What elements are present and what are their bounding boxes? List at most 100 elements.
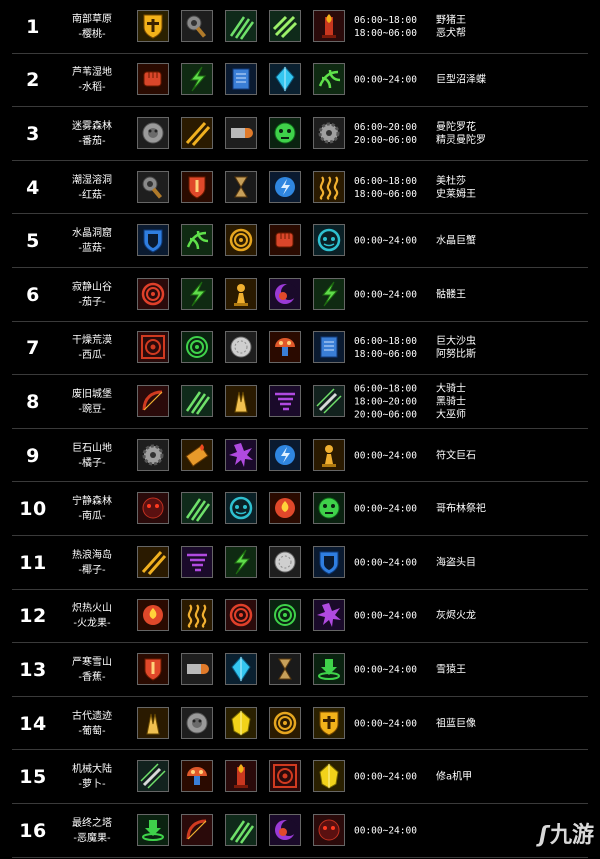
yellow-ring-icon bbox=[225, 224, 257, 257]
boss-names: 曼陀罗花 精灵曼陀罗 bbox=[436, 121, 586, 147]
row-number: 5 bbox=[26, 230, 40, 253]
red-ring-icon bbox=[137, 277, 169, 310]
boss-names: 巨大沙虫 阿努比斯 bbox=[436, 335, 586, 361]
lightning-slash-icon bbox=[181, 277, 213, 310]
flame-totem-icon bbox=[313, 9, 345, 42]
cyan-face-icon bbox=[313, 224, 345, 257]
fire-orb-icon bbox=[269, 492, 301, 525]
boss-name: 大巫师 bbox=[436, 409, 466, 421]
time-slot: 00:00~24:00 bbox=[354, 450, 417, 462]
swirl-green-icon bbox=[313, 63, 345, 96]
region-crop: -恶魔果- bbox=[73, 832, 111, 844]
boss-name: 水晶巨蟹 bbox=[436, 235, 476, 247]
region-crop: -茄子- bbox=[78, 296, 106, 308]
red-bow-icon bbox=[137, 384, 169, 417]
boss-names: 灰烬火龙 bbox=[436, 610, 586, 623]
boss-table: 1 南部草原 -樱桃- 06:00~18:00 18:00~06:00 野猪王 恶犬帮 2 芦苇… bbox=[0, 0, 600, 859]
crescent-icon bbox=[269, 277, 301, 310]
time-slot: 00:00~24:00 bbox=[354, 825, 417, 837]
lightning-slash-icon bbox=[181, 63, 213, 96]
time-slot: 00:00~24:00 bbox=[354, 718, 417, 730]
hands-icon bbox=[225, 384, 257, 417]
region-name: 废旧城堡 bbox=[72, 388, 112, 400]
red-ring-icon bbox=[225, 599, 257, 632]
fist-icon bbox=[137, 63, 169, 96]
watermark-glyph: ʃ bbox=[538, 823, 548, 848]
flame-totem-icon bbox=[225, 760, 257, 793]
region-name: 潮湿溶洞 bbox=[72, 174, 112, 186]
tornado-icon bbox=[269, 384, 301, 417]
boss-name: 曼陀罗花 bbox=[436, 121, 476, 133]
boss-row: 9 巨石山地 -橘子- 00:00~24:00 符文巨石 bbox=[0, 429, 600, 483]
sword-slash-icon bbox=[313, 384, 345, 417]
time-slot: 20:00~06:00 bbox=[354, 409, 417, 421]
row-number: 2 bbox=[26, 69, 40, 92]
boss-name: 祖蓝巨像 bbox=[436, 718, 476, 730]
time-slot: 00:00~24:00 bbox=[354, 235, 417, 247]
region-crop: -椰子- bbox=[78, 564, 106, 576]
region-cell: 干燥荒漠 -西瓜- bbox=[58, 333, 126, 363]
boss-row: 6 寂静山谷 -茄子- 00:00~24:00 骷髅王 bbox=[0, 268, 600, 322]
boss-name: 黑骑士 bbox=[436, 396, 466, 408]
sword-slash-icon bbox=[137, 760, 169, 793]
region-name: 迷雾森林 bbox=[72, 120, 112, 132]
boss-names: 符文巨石 bbox=[436, 449, 586, 462]
time-slots: 06:00~18:00 18:00~06:00 bbox=[354, 14, 438, 40]
boss-row: 16 最终之塔 -恶魔果- 00:00~24:00 bbox=[0, 804, 600, 858]
time-slots: 00:00~24:00 bbox=[354, 503, 438, 516]
time-slot: 06:00~18:00 bbox=[354, 336, 417, 348]
boss-name: 雪猿王 bbox=[436, 664, 466, 676]
row-number: 16 bbox=[19, 819, 47, 842]
red-bow-icon bbox=[181, 813, 213, 846]
boss-name: 巨大沙虫 bbox=[436, 336, 476, 348]
fire-scroll-icon bbox=[181, 438, 213, 471]
purple-burst-icon bbox=[225, 438, 257, 471]
time-slots: 06:00~18:00 18:00~20:00 20:00~06:00 bbox=[354, 382, 438, 421]
region-cell: 废旧城堡 -豌豆- bbox=[58, 387, 126, 417]
boss-row: 4 潮湿溶洞 -红菇- 06:00~18:00 18:00~06:00 美杜莎 史莱姆王 bbox=[0, 161, 600, 215]
boss-names: 修a机甲 bbox=[436, 771, 586, 784]
time-slot: 06:00~20:00 bbox=[354, 121, 417, 133]
triple-slash-icon bbox=[225, 9, 257, 42]
row-number: 12 bbox=[19, 605, 47, 628]
region-crop: -橘子- bbox=[78, 457, 106, 469]
time-slots: 00:00~24:00 bbox=[354, 663, 438, 676]
time-slots: 00:00~24:00 bbox=[354, 288, 438, 301]
region-name: 干燥荒漠 bbox=[72, 335, 112, 347]
time-slot: 06:00~18:00 bbox=[354, 14, 417, 26]
region-cell: 巨石山地 -橘子- bbox=[58, 441, 126, 471]
boss-name: 海盗头目 bbox=[436, 557, 476, 569]
bolt-orb-icon bbox=[269, 438, 301, 471]
lightning-slash-icon bbox=[225, 545, 257, 578]
cyan-face-icon bbox=[225, 492, 257, 525]
row-number: 14 bbox=[19, 712, 47, 735]
time-slots: 00:00~24:00 bbox=[354, 556, 438, 569]
mushroom-icon bbox=[269, 331, 301, 364]
row-number: 1 bbox=[26, 15, 40, 38]
fist-icon bbox=[269, 224, 301, 257]
boss-name: 精灵曼陀罗 bbox=[436, 134, 486, 146]
time-slots: 00:00~24:00 bbox=[354, 449, 438, 462]
hourglass-icon bbox=[269, 652, 301, 685]
triple-slash-icon bbox=[225, 813, 257, 846]
region-name: 宁静森林 bbox=[72, 496, 112, 508]
boss-name: 修a机甲 bbox=[436, 771, 473, 783]
wave-icon bbox=[313, 170, 345, 203]
blue-shield-icon bbox=[313, 545, 345, 578]
red-target-icon bbox=[269, 760, 301, 793]
claw-slash-icon bbox=[269, 9, 301, 42]
crescent-icon bbox=[269, 813, 301, 846]
region-name: 炽热火山 bbox=[72, 603, 112, 615]
boss-name: 哥布林祭祀 bbox=[436, 503, 486, 515]
region-cell: 潮湿溶洞 -红菇- bbox=[58, 173, 126, 203]
region-cell: 寂静山谷 -茄子- bbox=[58, 280, 126, 310]
red-target-icon bbox=[137, 331, 169, 364]
bolt-orb-icon bbox=[269, 170, 301, 203]
region-crop: -西瓜- bbox=[78, 350, 106, 362]
time-slot: 20:00~06:00 bbox=[354, 134, 417, 146]
region-crop: -樱桃- bbox=[78, 28, 106, 40]
pawn-icon bbox=[225, 277, 257, 310]
triple-slash-icon bbox=[181, 492, 213, 525]
boss-names: 哥布林祭祀 bbox=[436, 503, 586, 516]
green-mask-icon bbox=[313, 492, 345, 525]
